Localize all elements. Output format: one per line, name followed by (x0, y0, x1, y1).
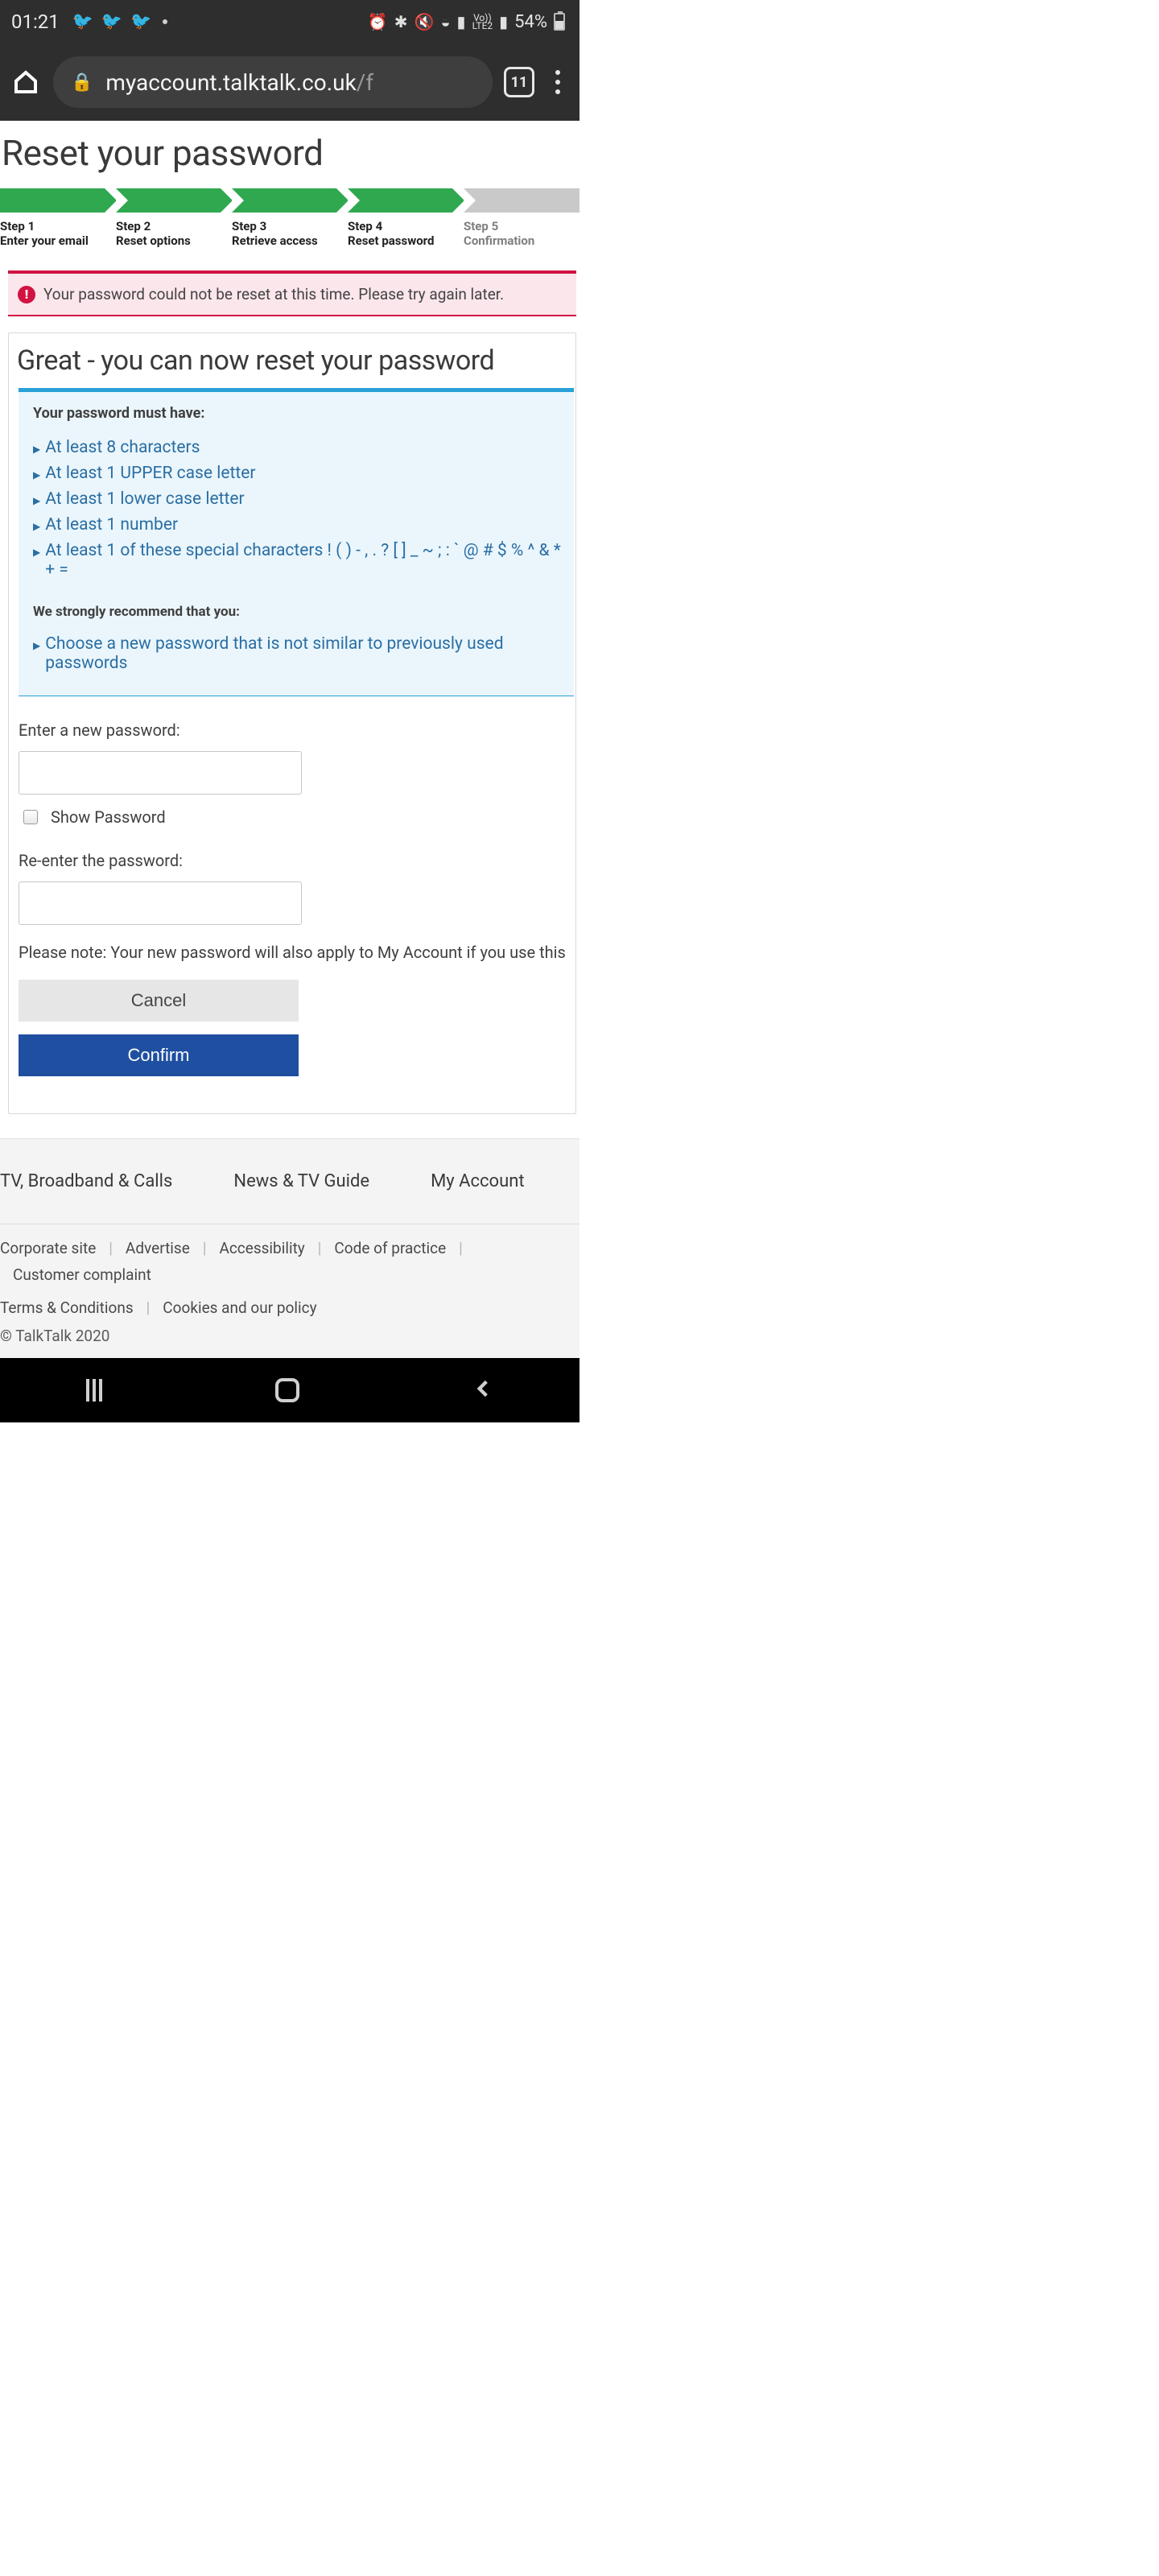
rule-item: ▶At least 8 characters (33, 435, 563, 460)
network-label: Vo)) LTE2 (472, 14, 493, 30)
rule-item: ▶At least 1 UPPER case letter (33, 460, 563, 486)
android-nav-bar (0, 1358, 580, 1422)
error-message: Your password could not be reset at this… (43, 285, 504, 303)
step-2: Step 2Reset options (116, 188, 232, 256)
url-path: /f (357, 69, 373, 96)
error-icon: ! (18, 286, 35, 303)
battery-percent: 54% (514, 12, 547, 32)
step-5: Step 5Confirmation (464, 188, 580, 256)
new-password-input[interactable] (19, 751, 302, 795)
browser-toolbar: 🔒 myaccount.talktalk.co.uk/f 11 (0, 43, 580, 121)
alarm-icon: ⏰ (368, 12, 388, 31)
url-bar[interactable]: 🔒 myaccount.talktalk.co.uk/f (53, 56, 493, 108)
triangle-icon: ▶ (33, 640, 40, 651)
card-title: Great - you can now reset your password (9, 333, 575, 388)
footer-link[interactable]: Cookies and our policy (150, 1298, 329, 1317)
footer-primary-link[interactable]: My M (555, 1171, 580, 1191)
page-footer: TV, Broadband & Calls News & TV Guide My… (0, 1138, 580, 1358)
nav-recents-button[interactable] (86, 1379, 102, 1402)
rule-item: ▶At least 1 of these special characters … (33, 538, 563, 583)
rule-item: ▶At least 1 lower case letter (33, 486, 563, 512)
rule-item: ▶At least 1 number (33, 512, 563, 538)
triangle-icon: ▶ (33, 521, 40, 532)
url-host: myaccount.talktalk.co.uk (105, 69, 356, 96)
wifi-icon: ◒ (440, 12, 450, 32)
browser-menu-button[interactable] (546, 70, 570, 94)
browser-home-button[interactable] (10, 66, 42, 98)
footer-link[interactable]: Corporate site (0, 1239, 109, 1257)
battery-icon (554, 13, 565, 31)
signal-icon: ▮ (499, 12, 508, 31)
confirm-button[interactable]: Confirm (19, 1034, 299, 1076)
nav-back-button[interactable] (472, 1378, 493, 1402)
android-status-bar: 01:21 🐦 🐦 🐦 ⏰ ✱ 🔇 ◒ ▮ Vo)) LTE2 ▮ 54% (0, 0, 580, 43)
twitter-notification-icon: 🐦 (72, 12, 93, 31)
recommend-heading: We strongly recommend that you: (33, 604, 563, 620)
twitter-notification-icon: 🐦 (130, 12, 151, 31)
triangle-icon: ▶ (33, 495, 40, 506)
page-title: Reset your password (0, 121, 580, 188)
cancel-button[interactable]: Cancel (19, 980, 299, 1022)
recommend-item: ▶Choose a new password that is not simil… (33, 631, 563, 676)
twitter-notification-icon: 🐦 (101, 12, 122, 31)
reenter-password-input[interactable] (19, 881, 302, 925)
triangle-icon: ▶ (33, 547, 40, 558)
rules-heading: Your password must have: (33, 405, 563, 422)
password-note: Please note: Your new password will also… (19, 943, 567, 962)
step-1: Step 1Enter your email (0, 188, 116, 256)
footer-link[interactable]: Customer complaint (0, 1265, 164, 1284)
password-rules-box: Your password must have: ▶At least 8 cha… (19, 388, 574, 696)
footer-link[interactable]: Accessibility (206, 1239, 317, 1257)
step-3: Step 3Retrieve access (232, 188, 348, 256)
footer-link[interactable]: Code of practice (321, 1239, 459, 1257)
nav-home-button[interactable] (275, 1378, 299, 1402)
mute-icon: 🔇 (415, 12, 435, 31)
footer-primary-link[interactable]: News & TV Guide (203, 1171, 400, 1191)
bluetooth-icon: ✱ (394, 12, 408, 31)
lock-icon: 🔒 (71, 72, 93, 93)
footer-primary-link[interactable]: TV, Broadband & Calls (0, 1171, 203, 1191)
triangle-icon: ▶ (33, 469, 40, 481)
new-password-label: Enter a new password: (19, 720, 567, 740)
reenter-password-label: Re-enter the password: (19, 851, 567, 870)
progress-steps: Step 1Enter your email Step 2Reset optio… (0, 188, 580, 256)
step-4: Step 4Reset password (348, 188, 464, 256)
footer-link[interactable]: Advertise (113, 1239, 203, 1257)
footer-primary-link[interactable]: My Account (400, 1171, 555, 1191)
status-time: 01:21 (11, 10, 60, 33)
show-password-checkbox[interactable] (23, 810, 38, 824)
signal-icon: ▮ (457, 12, 466, 31)
triangle-icon: ▶ (33, 444, 40, 455)
tabs-count: 11 (511, 74, 528, 91)
copyright: © TalkTalk 2020 (0, 1317, 580, 1352)
reset-card: Great - you can now reset your password … (8, 332, 576, 1114)
footer-link[interactable]: Terms & Conditions (0, 1298, 146, 1317)
error-banner: ! Your password could not be reset at th… (8, 270, 576, 316)
tabs-button[interactable]: 11 (504, 67, 534, 97)
show-password-label: Show Password (51, 807, 166, 827)
more-notifications-icon (163, 19, 167, 24)
